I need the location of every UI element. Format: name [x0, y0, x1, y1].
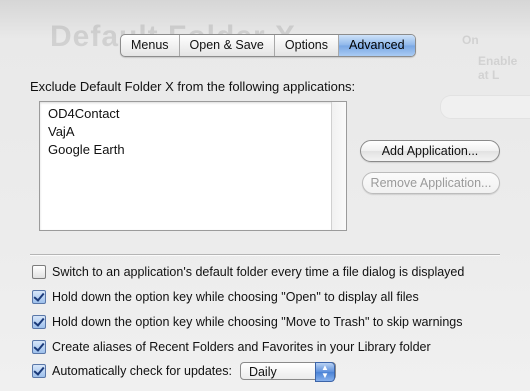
up-down-arrows-icon: ▲ ▼: [314, 362, 335, 382]
checkbox[interactable]: [32, 364, 46, 378]
select-value: Daily: [248, 365, 277, 379]
background-on-ghost: On: [462, 33, 479, 47]
list-item[interactable]: OD4Contact: [48, 105, 324, 123]
preferences-tab-bar: Menus Open & Save Options Advanced: [120, 34, 416, 57]
option-label: Hold down the option key while choosing …: [52, 315, 463, 329]
option-auto-update[interactable]: Automatically check for updates: Daily ▲…: [32, 362, 336, 382]
option-switch-default-folder[interactable]: Switch to an application's default folde…: [32, 263, 464, 281]
tab-options[interactable]: Options: [275, 35, 339, 56]
tab-advanced[interactable]: Advanced: [338, 35, 415, 56]
tab-open-save[interactable]: Open & Save: [180, 35, 275, 56]
exclude-apps-label: Exclude Default Folder X from the follow…: [30, 79, 356, 94]
checkbox[interactable]: [32, 290, 46, 304]
option-create-aliases[interactable]: Create aliases of Recent Folders and Fav…: [32, 338, 431, 356]
background-button-ghost: [440, 95, 530, 119]
tab-menus[interactable]: Menus: [121, 35, 180, 56]
update-frequency-select[interactable]: Daily ▲ ▼: [239, 362, 336, 382]
remove-application-button[interactable]: Remove Application...: [362, 172, 500, 194]
checkbox[interactable]: [32, 315, 46, 329]
background-enable-ghost: Enable at L: [478, 54, 518, 82]
checkbox[interactable]: [32, 265, 46, 279]
checkbox[interactable]: [32, 340, 46, 354]
list-scrollbar[interactable]: [331, 102, 346, 230]
list-item[interactable]: VajA: [48, 123, 324, 141]
option-label: Create aliases of Recent Folders and Fav…: [52, 340, 431, 354]
option-label: Switch to an application's default folde…: [52, 265, 465, 279]
list-item[interactable]: Google Earth: [48, 141, 324, 159]
option-option-key-open[interactable]: Hold down the option key while choosing …: [32, 288, 419, 306]
excluded-apps-list[interactable]: OD4Contact VajA Google Earth: [39, 101, 347, 231]
option-label: Hold down the option key while choosing …: [52, 290, 419, 304]
section-divider: [30, 254, 500, 256]
add-application-button[interactable]: Add Application...: [360, 140, 500, 162]
option-label: Automatically check for updates:: [52, 364, 232, 378]
option-option-key-trash[interactable]: Hold down the option key while choosing …: [32, 313, 462, 331]
